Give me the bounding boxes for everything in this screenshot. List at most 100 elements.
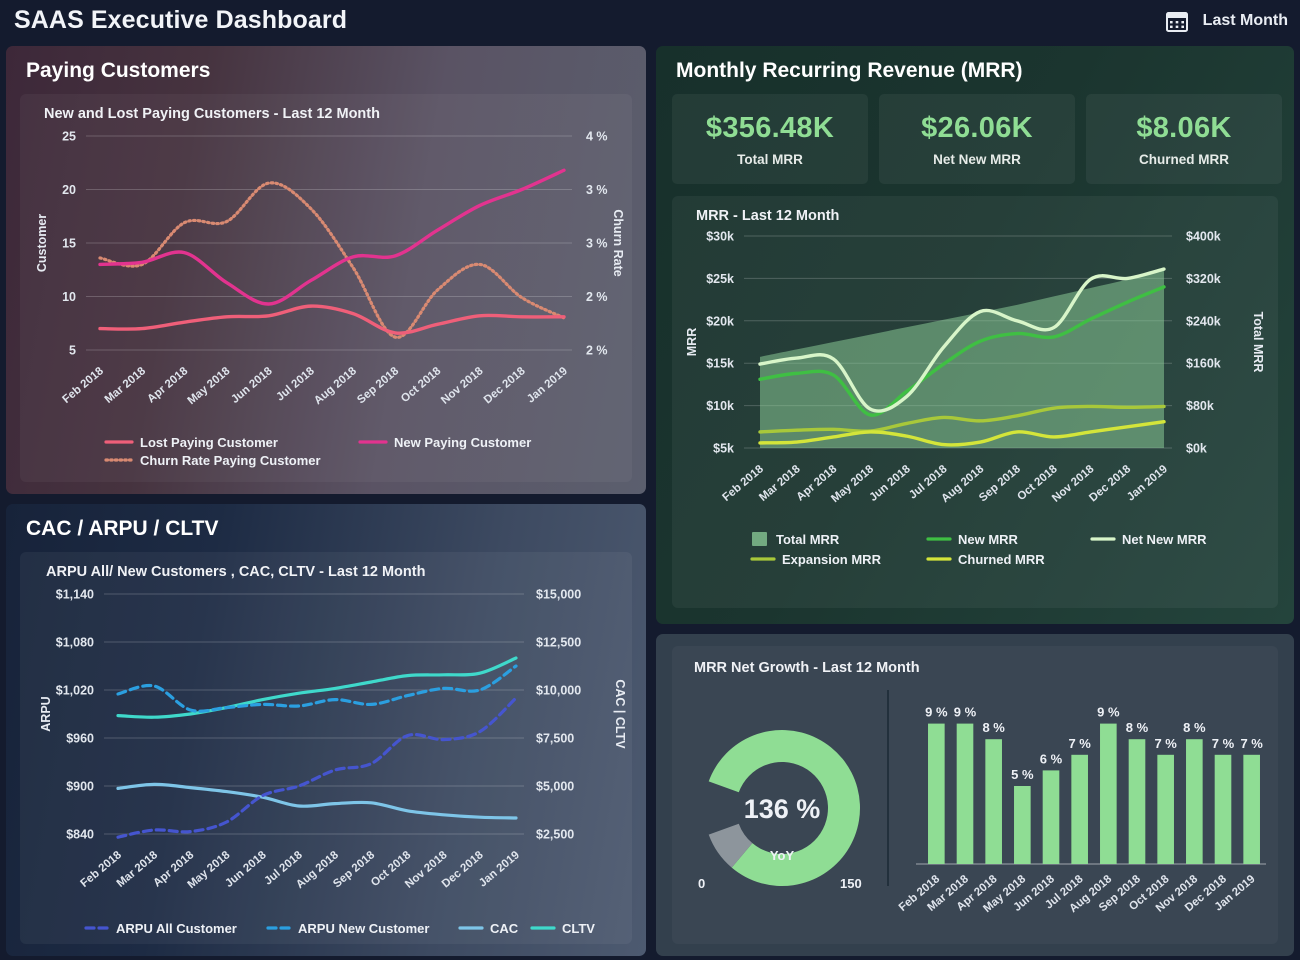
bar[interactable] (1042, 770, 1060, 864)
svg-text:Feb 2018: Feb 2018 (60, 365, 106, 406)
chart-card-mrr: MRR - Last 12 Month $30k $400k $25k $320k $2… (672, 196, 1278, 608)
svg-text:Sep 2018: Sep 2018 (977, 463, 1023, 505)
svg-text:New MRR: New MRR (958, 532, 1019, 547)
svg-text:YoY: YoY (770, 848, 795, 863)
kpi-total-mrr[interactable]: $356.48K Total MRR (672, 94, 868, 184)
chart-title-arpu-cac-cltv: ARPU All/ New Customers , CAC, CLTV - La… (46, 564, 426, 580)
svg-text:$400k: $400k (1186, 230, 1221, 244)
svg-text:$0k: $0k (1186, 442, 1207, 456)
kpi-net-new-mrr-label: Net New MRR (933, 151, 1021, 167)
svg-text:$2,500: $2,500 (536, 828, 574, 842)
svg-text:$320k: $320k (1186, 272, 1221, 286)
kpi-net-new-mrr[interactable]: $26.06K Net New MRR (879, 94, 1075, 184)
svg-text:7 %: 7 % (1154, 736, 1177, 751)
svg-text:$20k: $20k (706, 314, 734, 328)
bar[interactable] (1186, 739, 1203, 864)
bar[interactable] (985, 739, 1002, 864)
chart-arpu-cac-cltv[interactable]: $1,140 $15,000 $1,080 $12,500 $1,020 $10,000 $… (20, 552, 632, 944)
svg-text:Jan 2019: Jan 2019 (525, 365, 570, 405)
svg-text:Churned MRR: Churned MRR (958, 552, 1045, 567)
svg-text:3 %: 3 % (586, 183, 608, 197)
svg-text:0: 0 (698, 876, 705, 891)
kpi-churned-mrr[interactable]: $8.06K Churned MRR (1086, 94, 1282, 184)
svg-text:9 %: 9 % (1097, 705, 1120, 720)
svg-text:Apr 2018: Apr 2018 (145, 365, 190, 406)
svg-text:$900: $900 (66, 780, 94, 794)
calendar-icon (1165, 12, 1188, 32)
svg-text:Churn Rate Paying Customer: Churn Rate Paying Customer (140, 453, 321, 468)
svg-text:Jan 2019: Jan 2019 (1125, 463, 1170, 503)
svg-text:Jun 2018: Jun 2018 (229, 365, 275, 406)
bar[interactable] (1157, 754, 1174, 864)
dashboard-root: SAAS Executive Dashboard Last Month Payi… (0, 0, 1300, 960)
svg-text:$960: $960 (66, 732, 94, 746)
svg-text:7 %: 7 % (1068, 736, 1091, 751)
svg-text:5 %: 5 % (1011, 767, 1034, 782)
svg-text:$240k: $240k (1186, 314, 1221, 328)
chart-card-cac-arpu-cltv: ARPU All/ New Customers , CAC, CLTV - La… (20, 552, 632, 944)
svg-text:Dec 2018: Dec 2018 (1087, 463, 1133, 505)
svg-text:Churn Rate: Churn Rate (611, 209, 625, 276)
date-range-selector[interactable]: Last Month (1165, 9, 1288, 33)
svg-text:$5k: $5k (713, 442, 734, 456)
panel-title-paying-customers: Paying Customers (26, 59, 211, 82)
svg-text:Jan 2019: Jan 2019 (477, 849, 522, 889)
svg-text:CAC: CAC (490, 921, 519, 936)
svg-text:Net New MRR: Net New MRR (1122, 532, 1207, 547)
svg-text:136 %: 136 % (744, 794, 821, 824)
panel-title-mrr: Monthly Recurring Revenue (MRR) (676, 59, 1023, 82)
svg-text:5: 5 (69, 344, 76, 358)
chart-card-mrr-net-growth: MRR Net Growth - Last 12 Month 136 % YoY 0… (672, 646, 1278, 944)
kpi-total-mrr-label: Total MRR (737, 151, 803, 167)
panel-monthly-recurring-revenue: Monthly Recurring Revenue (MRR) $356.48K… (656, 46, 1294, 624)
svg-text:150: 150 (840, 876, 862, 891)
svg-text:$1,140: $1,140 (56, 588, 94, 602)
svg-text:2 %: 2 % (586, 344, 608, 358)
svg-text:7 %: 7 % (1240, 736, 1263, 751)
svg-text:Jun 2018: Jun 2018 (867, 463, 913, 504)
bar[interactable] (928, 723, 945, 864)
top-bar: SAAS Executive Dashboard Last Month (0, 0, 1300, 46)
svg-text:CLTV: CLTV (562, 921, 595, 936)
svg-text:Sep 2018: Sep 2018 (331, 849, 377, 891)
bar[interactable] (1100, 723, 1117, 864)
bar[interactable] (1014, 786, 1031, 864)
date-range-label: Last Month (1202, 12, 1288, 29)
panel-title-cac-arpu-cltv: CAC / ARPU / CLTV (26, 517, 219, 540)
panel-paying-customers: Paying Customers New and Lost Paying Cus… (6, 46, 646, 494)
bar[interactable] (956, 723, 974, 864)
bar[interactable] (1214, 754, 1232, 864)
svg-text:$10k: $10k (706, 399, 734, 413)
chart-mrr-net-growth[interactable]: 136 % YoY 0 150 9 % 9 % 8 % 5 % 6 % 7 % 9 % 8 % 7 % 8… (672, 646, 1278, 944)
svg-text:3 %: 3 % (586, 237, 608, 251)
svg-text:8 %: 8 % (1126, 720, 1149, 735)
svg-text:$80k: $80k (1186, 399, 1214, 413)
svg-text:Jul 2018: Jul 2018 (274, 365, 317, 404)
bar[interactable] (1128, 739, 1146, 864)
kpi-churned-mrr-value: $8.06K (1136, 111, 1232, 144)
svg-text:Customer: Customer (35, 214, 49, 272)
bar[interactable] (1243, 754, 1260, 864)
svg-text:10: 10 (62, 290, 76, 304)
chart-new-lost-paying-customers[interactable]: 25 4 % 20 3 % 15 3 % 10 2 % 5 2 % Customer Churn Ra… (20, 94, 632, 482)
svg-text:4 %: 4 % (586, 130, 608, 144)
svg-text:8 %: 8 % (982, 720, 1005, 735)
svg-text:Expansion MRR: Expansion MRR (782, 552, 882, 567)
svg-text:$1,080: $1,080 (56, 636, 94, 650)
chart-mrr-last-12-month[interactable]: $30k $400k $25k $320k $20k $240k $15k $160k $10k… (672, 196, 1278, 608)
chart-title-mrr-net-growth: MRR Net Growth - Last 12 Month (694, 660, 920, 676)
svg-text:Oct 2018: Oct 2018 (399, 365, 444, 405)
svg-text:CAC | CLTV: CAC | CLTV (613, 679, 627, 749)
svg-text:15: 15 (62, 237, 76, 251)
bar[interactable] (1071, 754, 1088, 864)
chart-card-paying-customers: New and Lost Paying Customers - Last 12 … (20, 94, 632, 482)
kpi-churned-mrr-label: Churned MRR (1139, 151, 1229, 167)
panel-cac-arpu-cltv: CAC / ARPU / CLTV ARPU All/ New Customer… (6, 504, 646, 956)
svg-text:9 %: 9 % (954, 705, 977, 720)
kpi-net-new-mrr-value: $26.06K (921, 111, 1033, 144)
svg-text:8 %: 8 % (1183, 720, 1206, 735)
svg-text:ARPU New Customer: ARPU New Customer (298, 921, 429, 936)
svg-text:Total MRR: Total MRR (1251, 312, 1265, 373)
svg-text:New Paying Customer: New Paying Customer (394, 435, 531, 450)
svg-text:$840: $840 (66, 828, 94, 842)
